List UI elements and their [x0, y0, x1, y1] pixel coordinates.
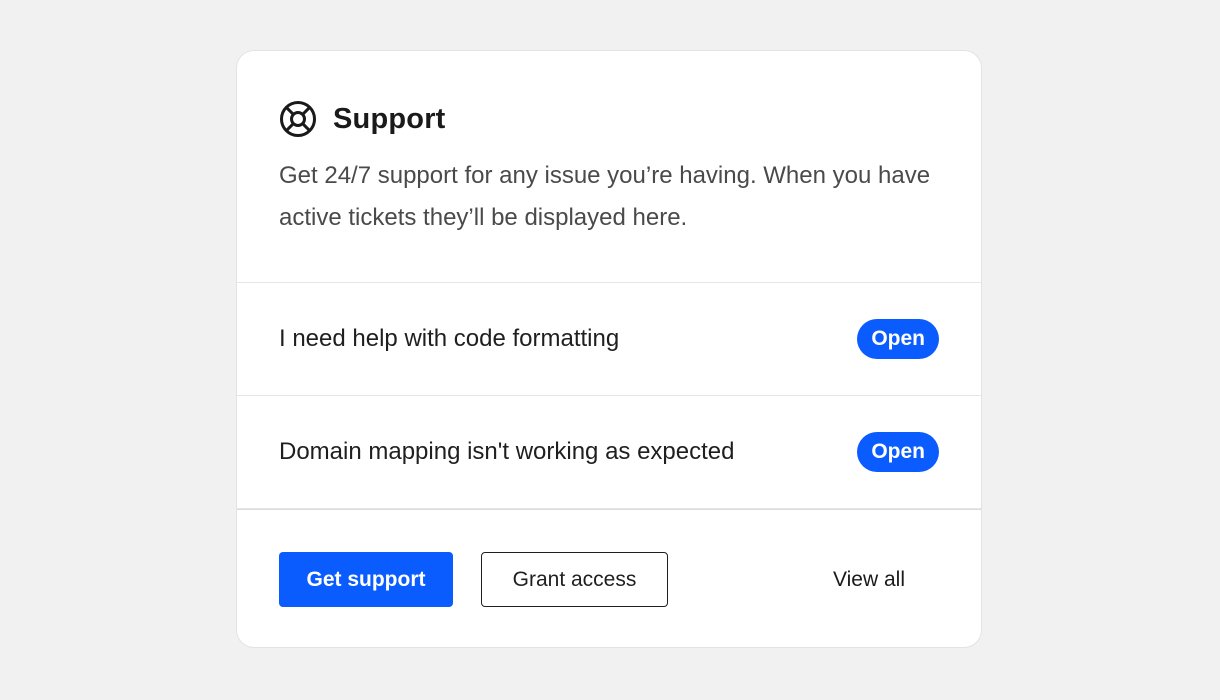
lifebuoy-icon: [279, 100, 317, 138]
ticket-row[interactable]: I need help with code formatting Open: [237, 283, 981, 396]
ticket-title: Domain mapping isn't working as expected: [279, 438, 735, 465]
card-footer: Get support Grant access View all: [237, 509, 981, 647]
ticket-row[interactable]: Domain mapping isn't working as expected…: [237, 396, 981, 509]
card-title: Support: [333, 102, 446, 135]
title-row: Support: [279, 99, 939, 139]
view-all-link[interactable]: View all: [827, 567, 911, 593]
support-card: Support Get 24/7 support for any issue y…: [236, 50, 982, 648]
get-support-button[interactable]: Get support: [279, 552, 453, 607]
support-header: Support Get 24/7 support for any issue y…: [237, 51, 981, 283]
status-badge: Open: [857, 432, 939, 472]
status-badge: Open: [857, 319, 939, 359]
grant-access-button[interactable]: Grant access: [481, 552, 668, 607]
card-description: Get 24/7 support for any issue you’re ha…: [279, 162, 931, 231]
ticket-title: I need help with code formatting: [279, 325, 620, 352]
